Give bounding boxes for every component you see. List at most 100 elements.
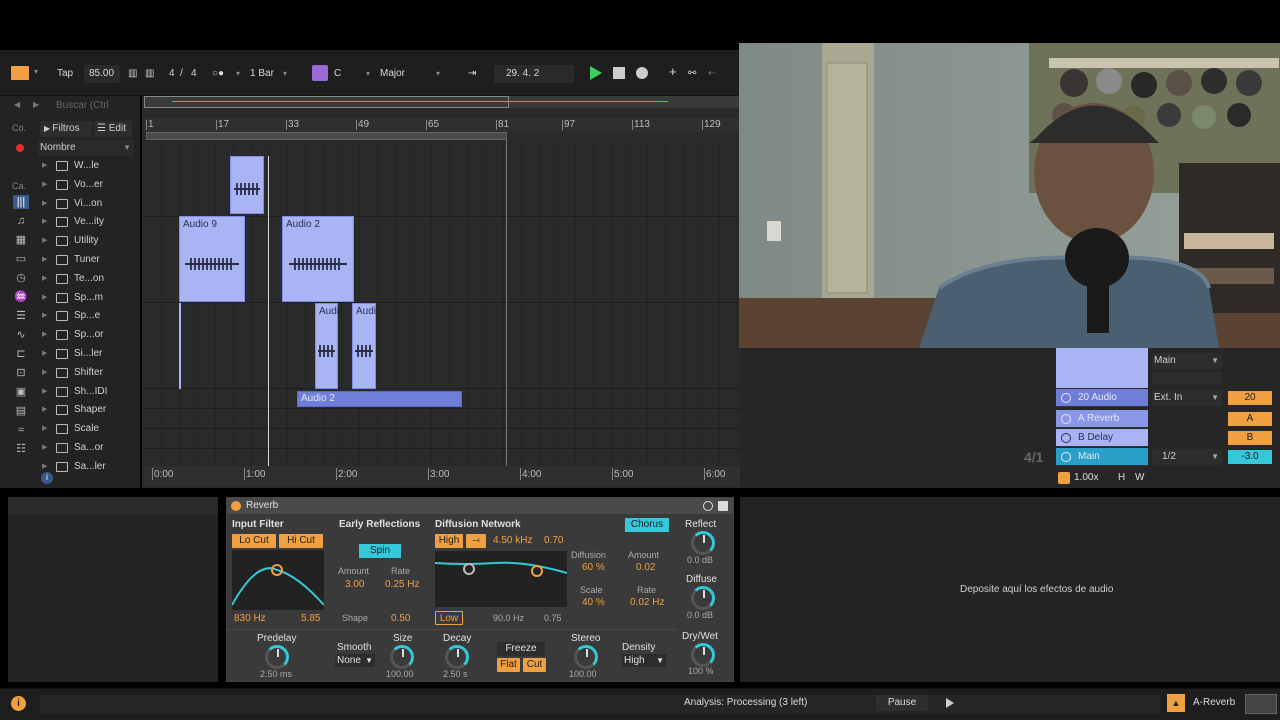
search-input[interactable]: Buscar (Ctrl bbox=[56, 100, 109, 111]
sig-denominator[interactable]: 4 bbox=[191, 67, 197, 81]
pause-button[interactable]: Pause bbox=[876, 695, 928, 711]
clip-audio-2[interactable]: Audio 2 bbox=[282, 216, 354, 302]
browser-item[interactable]: ▶ Sa...or bbox=[38, 439, 138, 457]
hi-cut-button[interactable]: Hi Cut bbox=[279, 534, 323, 548]
record-icon[interactable] bbox=[636, 67, 648, 79]
reflect-knob[interactable] bbox=[691, 531, 715, 555]
expand-icon[interactable]: ▶ bbox=[42, 383, 47, 401]
browser-item[interactable]: ▶ Sp...or bbox=[38, 326, 138, 344]
back-arrow-icon[interactable]: ⇠ bbox=[708, 67, 716, 81]
track-color-block[interactable] bbox=[1056, 348, 1148, 388]
predelay-knob[interactable] bbox=[265, 645, 289, 669]
plugins-icon[interactable]: ⊏ bbox=[13, 347, 29, 361]
high-shelf-icon[interactable]: ⤙ bbox=[466, 534, 486, 548]
spin-button[interactable]: Spin bbox=[359, 544, 401, 558]
input-channel[interactable]: 20 bbox=[1228, 391, 1272, 405]
modulators-icon[interactable]: ☰ bbox=[13, 309, 29, 323]
scale-value[interactable]: 40 % bbox=[582, 597, 605, 608]
low-q-value[interactable]: 0.75 bbox=[544, 613, 562, 623]
decay-value[interactable]: 2.50 s bbox=[443, 669, 468, 679]
high-freq-value[interactable]: 4.50 kHz bbox=[493, 535, 532, 546]
expand-icon[interactable]: ▶ bbox=[42, 345, 47, 363]
follow-icon[interactable]: ⇥ bbox=[468, 67, 476, 81]
track-arm-icon[interactable] bbox=[1061, 414, 1071, 424]
audio-effects-icon[interactable]: ◷ bbox=[13, 271, 29, 285]
chevron-down-icon[interactable]: ▾ bbox=[366, 67, 370, 81]
track-main[interactable]: Main bbox=[1056, 448, 1148, 466]
track-a-reverb[interactable]: A Reverb bbox=[1056, 410, 1148, 428]
templates-icon[interactable]: ≈ bbox=[13, 423, 29, 437]
browser-item[interactable]: ▶ Sp...e bbox=[38, 307, 138, 325]
send-b-button[interactable]: B bbox=[1228, 431, 1272, 445]
tap-button[interactable]: Tap bbox=[57, 67, 73, 81]
categories-icon[interactable]: ||| bbox=[13, 195, 29, 209]
scale-mode-icon[interactable] bbox=[312, 65, 328, 81]
cut-button[interactable]: Cut bbox=[523, 658, 546, 672]
expand-icon[interactable]: ▶ bbox=[42, 213, 47, 231]
flat-button[interactable]: Flat bbox=[497, 658, 520, 672]
drums-icon[interactable]: ▦ bbox=[13, 233, 29, 247]
quantize-select[interactable]: 1 Bar bbox=[250, 67, 274, 81]
decay-knob[interactable] bbox=[445, 645, 469, 669]
info-icon[interactable]: i bbox=[11, 696, 26, 711]
filter-freq[interactable]: 830 Hz bbox=[234, 613, 266, 624]
max-icon[interactable]: ∿ bbox=[13, 328, 29, 342]
samples-icon[interactable]: ▣ bbox=[13, 385, 29, 399]
arrangement-view[interactable]: 1 17 33 49 65 81 97 113 129 Audio 9 Audio 2 Audi… bbox=[142, 96, 1001, 488]
grooves-icon[interactable]: ▤ bbox=[13, 404, 29, 418]
density-select[interactable]: High ▼ bbox=[622, 654, 666, 667]
metronome-icon[interactable]: ▥ bbox=[128, 67, 137, 81]
diffuse-value[interactable]: 0.0 dB bbox=[687, 610, 713, 620]
device-thumbnail[interactable] bbox=[1245, 694, 1277, 714]
diffusion-graph[interactable] bbox=[435, 551, 567, 607]
track-20-audio[interactable]: 20 Audio bbox=[1056, 389, 1148, 407]
effects-drop-zone[interactable]: Deposite aquí los efectos de audio bbox=[740, 497, 1280, 682]
expand-icon[interactable]: ▶ bbox=[42, 420, 47, 438]
forward-icon[interactable]: ▶ bbox=[33, 100, 39, 109]
zoom-field[interactable]: 1.00x bbox=[1074, 472, 1098, 483]
high-q-value[interactable]: 0.70 bbox=[544, 535, 563, 546]
clip-icon[interactable] bbox=[1058, 472, 1070, 484]
smooth-select[interactable]: None ▼ bbox=[335, 654, 375, 667]
size-value[interactable]: 100.00 bbox=[386, 669, 414, 679]
device-arrow-icon[interactable]: ▲ bbox=[1167, 694, 1185, 712]
filters-button[interactable]: ▶ Filtros bbox=[40, 121, 92, 137]
expand-icon[interactable]: ▶ bbox=[42, 289, 47, 307]
edit-button[interactable]: ☰ Edit bbox=[94, 121, 132, 137]
shape-value[interactable]: 0.50 bbox=[391, 613, 410, 624]
filter-graph[interactable] bbox=[232, 550, 324, 610]
browser-item[interactable]: ▶ Sp...m bbox=[38, 289, 138, 307]
browser-item[interactable]: ▶ Scale bbox=[38, 420, 138, 438]
browser-item[interactable]: ▶ W...le bbox=[38, 157, 138, 175]
browser-item[interactable]: ▶ Tuner bbox=[38, 251, 138, 269]
spin-amount-value[interactable]: 3.00 bbox=[345, 579, 364, 590]
thin-clip[interactable] bbox=[179, 303, 181, 389]
expand-icon[interactable]: ▶ bbox=[42, 401, 47, 419]
play-icon[interactable] bbox=[946, 698, 954, 708]
browser-item[interactable]: ▶ Sa...ler bbox=[38, 458, 138, 476]
device-close-icon[interactable] bbox=[718, 501, 728, 511]
track-arm-icon[interactable] bbox=[1061, 393, 1071, 403]
loop-brace[interactable] bbox=[146, 132, 507, 140]
track-arm-icon[interactable] bbox=[1061, 452, 1071, 462]
chevron-down-icon[interactable]: ▾ bbox=[236, 67, 240, 81]
w-button[interactable]: W bbox=[1135, 472, 1144, 483]
expand-icon[interactable]: ▶ bbox=[42, 195, 47, 213]
filter-q[interactable]: 5.85 bbox=[301, 613, 320, 624]
split-select[interactable]: 1/2 ▼ bbox=[1152, 449, 1222, 465]
h-button[interactable]: H bbox=[1118, 472, 1125, 483]
info-icon[interactable]: i bbox=[41, 472, 53, 484]
device-title-bar[interactable] bbox=[227, 498, 733, 514]
dry-wet-knob[interactable] bbox=[691, 643, 715, 667]
back-icon[interactable]: ◀ bbox=[14, 100, 20, 109]
output-select[interactable]: Main ▼ bbox=[1152, 353, 1222, 369]
nudge-icon[interactable]: ▥ bbox=[145, 67, 154, 81]
freeze-button[interactable]: Freeze bbox=[497, 642, 545, 656]
expand-icon[interactable]: ▶ bbox=[42, 439, 47, 457]
clip-audi-1[interactable]: Audi bbox=[315, 303, 339, 389]
clip-audio-2-bottom[interactable]: Audio 2 bbox=[297, 391, 462, 407]
browser-item[interactable]: ▶ Vi...on bbox=[38, 195, 138, 213]
predelay-value[interactable]: 2.50 ms bbox=[260, 669, 292, 679]
size-knob[interactable] bbox=[390, 645, 414, 669]
view-toggle-icon[interactable] bbox=[11, 66, 29, 80]
